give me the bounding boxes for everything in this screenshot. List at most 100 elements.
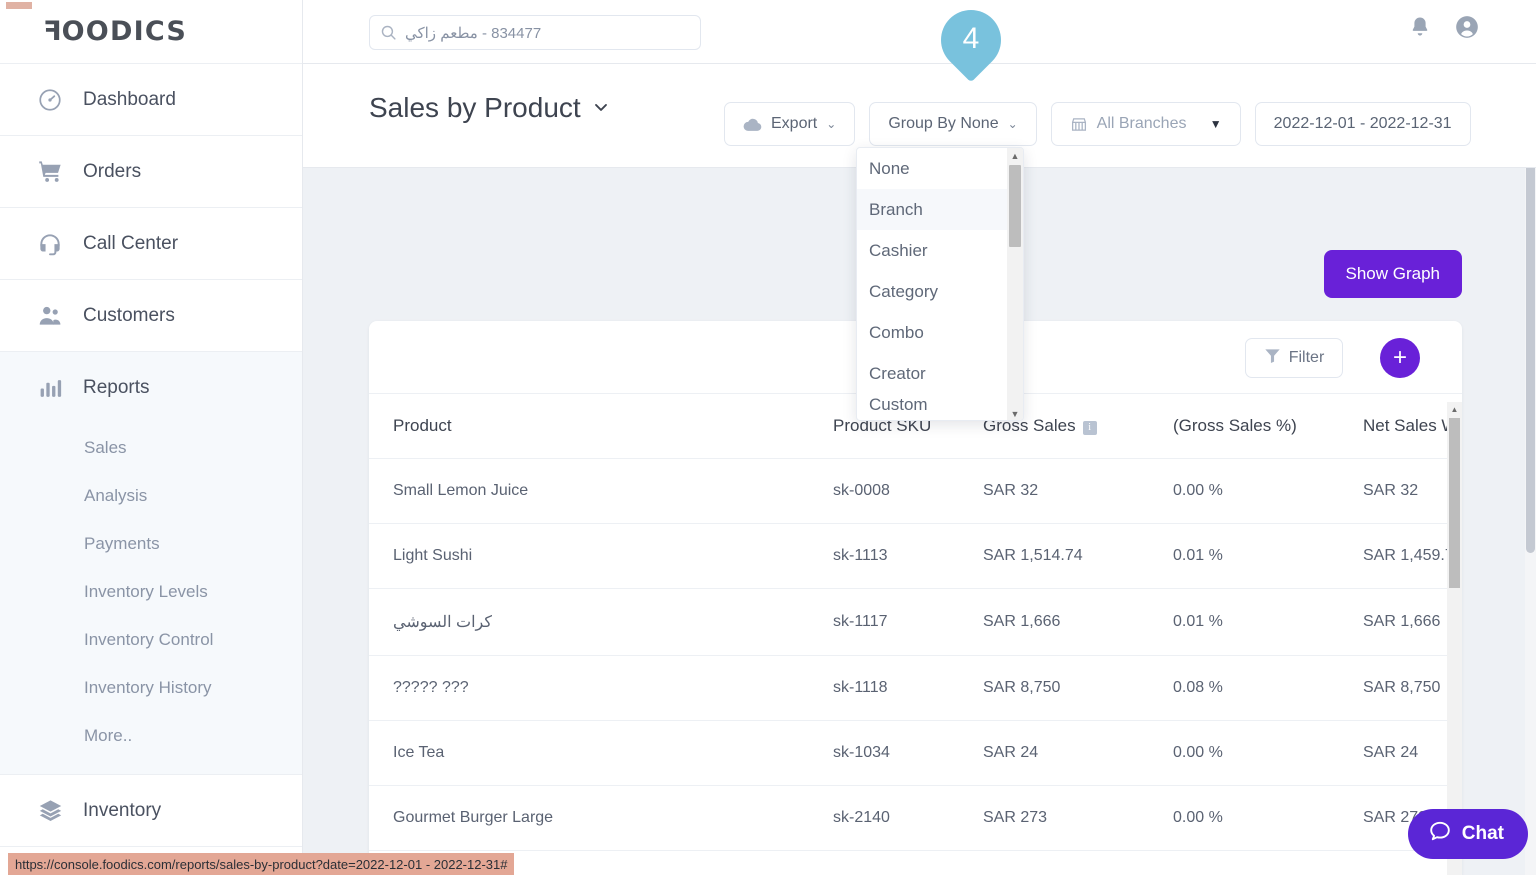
- sidebar-item-label: Reports: [83, 377, 150, 399]
- cell-net-sales: SAR 32: [1339, 459, 1462, 524]
- dropdown-option-combo[interactable]: Combo: [857, 312, 1009, 353]
- chat-widget-button[interactable]: Chat: [1408, 809, 1528, 859]
- group-by-dropdown[interactable]: None Branch Cashier Category Combo Creat…: [856, 147, 1024, 421]
- scroll-up-arrow-icon[interactable]: ▲: [1007, 148, 1023, 164]
- branches-select[interactable]: All Branches ▼: [1051, 102, 1241, 146]
- cell-net-sales: SAR 1,666: [1339, 589, 1462, 656]
- sidebar-item-reports[interactable]: Reports: [0, 352, 302, 424]
- search-input[interactable]: 834477 - مطعم زاكي: [369, 15, 701, 50]
- column-header-product[interactable]: Product: [369, 394, 809, 459]
- sidebar-subitem-more[interactable]: More..: [0, 712, 302, 760]
- corner-highlight-strip: [6, 2, 32, 9]
- sidebar-subitem-inventory-control[interactable]: Inventory Control: [0, 616, 302, 664]
- filter-button[interactable]: Filter: [1245, 338, 1343, 378]
- sidebar-item-label: Inventory: [83, 800, 161, 822]
- cell-net-sales: SAR 24: [1339, 721, 1462, 786]
- sidebar-item-call-center[interactable]: Call Center: [0, 208, 302, 280]
- table-row[interactable]: ????? ??? sk-1118 SAR 8,750 0.08 % SAR 8…: [369, 656, 1462, 721]
- dropdown-scrollbar[interactable]: ▲ ▼: [1007, 148, 1023, 421]
- branches-select-label: All Branches: [1097, 115, 1187, 133]
- cell-sku: sk-0008: [809, 459, 959, 524]
- scroll-down-arrow-icon[interactable]: ▼: [1007, 406, 1023, 421]
- table-row[interactable]: Ice Tea sk-1034 SAR 24 0.00 % SAR 24: [369, 721, 1462, 786]
- dropdown-option-creator[interactable]: Creator: [857, 353, 1009, 394]
- step-marker-number: 4: [938, 22, 1004, 56]
- cell-gross-sales-pct: 0.08 %: [1149, 656, 1339, 721]
- dropdown-option-none[interactable]: None: [857, 148, 1009, 189]
- bar-chart-icon: [35, 373, 65, 403]
- cell-product: كرات السوشي: [369, 589, 809, 656]
- info-icon[interactable]: i: [1083, 421, 1097, 435]
- table-row[interactable]: Gourmet Burger Large sk-2140 SAR 273 0.0…: [369, 786, 1462, 851]
- cell-net-sales: SAR 1,459.78: [1339, 524, 1462, 589]
- cell-product: Ice Tea: [369, 721, 809, 786]
- group-by-button[interactable]: Group By None ⌄: [869, 102, 1036, 146]
- date-range-picker[interactable]: 2022-12-01 - 2022-12-31: [1255, 102, 1471, 146]
- add-column-button[interactable]: +: [1380, 338, 1420, 378]
- export-button[interactable]: Export ⌄: [724, 102, 855, 146]
- page-title[interactable]: Sales by Product: [369, 92, 611, 124]
- column-header-net-sales[interactable]: Net Sales W: [1339, 394, 1462, 459]
- chevron-down-icon: ⌄: [826, 117, 836, 131]
- scroll-up-arrow-icon[interactable]: ▲: [1447, 402, 1462, 417]
- dropdown-option-branch[interactable]: Branch: [857, 189, 1009, 230]
- report-toolbar: Export ⌄ Group By None ⌄ All Branches ▼: [724, 102, 1471, 146]
- sidebar-item-label: Call Center: [83, 233, 178, 255]
- cell-gross-sales-pct: 0.00 %: [1149, 459, 1339, 524]
- sidebar-subitem-inventory-levels[interactable]: Inventory Levels: [0, 568, 302, 616]
- chevron-down-icon[interactable]: [591, 92, 611, 124]
- sidebar-subitem-sales[interactable]: Sales: [0, 424, 302, 472]
- status-bar-url: https://console.foodics.com/reports/sale…: [8, 853, 514, 875]
- search-icon: [380, 24, 397, 41]
- page-title-text: Sales by Product: [369, 92, 581, 124]
- date-range-value: 2022-12-01 - 2022-12-31: [1274, 115, 1452, 133]
- cell-sku: sk-1118: [809, 656, 959, 721]
- dashboard-gauge-icon: [35, 85, 65, 115]
- cell-product: Gourmet Burger Large: [369, 786, 809, 851]
- table-row[interactable]: Small Lemon Juice sk-0008 SAR 32 0.00 % …: [369, 459, 1462, 524]
- sidebar-subitem-payments[interactable]: Payments: [0, 520, 302, 568]
- table-row[interactable]: كرات السوشي sk-1117 SAR 1,666 0.01 % SAR…: [369, 589, 1462, 656]
- brand-logo[interactable]: FOODICS: [0, 0, 302, 64]
- cell-gross-sales-pct: 0.01 %: [1149, 589, 1339, 656]
- sidebar: FOODICS Dashboard Orders: [0, 0, 303, 875]
- search-input-value: 834477 - مطعم زاكي: [405, 24, 541, 42]
- cell-gross-sales: SAR 1,514.74: [959, 524, 1149, 589]
- triangle-down-icon: ▼: [1210, 117, 1222, 131]
- user-circle-icon[interactable]: [1454, 14, 1480, 45]
- topbar: 834477 - مطعم زاكي: [303, 0, 1536, 64]
- sidebar-item-customers[interactable]: Customers: [0, 280, 302, 352]
- cell-product: Small Lemon Juice: [369, 459, 809, 524]
- sales-by-product-table: Product Product SKU Gross Salesi (Gross …: [369, 393, 1462, 851]
- dropdown-option-cashier[interactable]: Cashier: [857, 230, 1009, 271]
- layers-icon: [35, 796, 65, 826]
- table-row[interactable]: Light Sushi sk-1113 SAR 1,514.74 0.01 % …: [369, 524, 1462, 589]
- cell-gross-sales-pct: 0.00 %: [1149, 786, 1339, 851]
- export-button-label: Export: [771, 115, 817, 133]
- store-icon: [1070, 116, 1088, 133]
- show-graph-button[interactable]: Show Graph: [1324, 250, 1463, 298]
- cloud-icon: [743, 117, 762, 132]
- cell-gross-sales-pct: 0.00 %: [1149, 721, 1339, 786]
- dropdown-option-custom[interactable]: Custom: [857, 394, 1009, 416]
- chat-bubble-icon: [1428, 819, 1452, 849]
- cell-gross-sales: SAR 32: [959, 459, 1149, 524]
- filter-funnel-icon: [1264, 348, 1281, 368]
- shopping-cart-icon: [35, 157, 65, 187]
- topbar-icons: [1408, 14, 1480, 45]
- column-header-gross-sales-pct[interactable]: (Gross Sales %): [1149, 394, 1339, 459]
- sidebar-group-spacer: [0, 760, 302, 774]
- sidebar-item-label: Orders: [83, 161, 141, 183]
- bell-icon[interactable]: [1408, 15, 1432, 44]
- scrollbar-thumb[interactable]: [1449, 418, 1460, 588]
- sidebar-item-orders[interactable]: Orders: [0, 136, 302, 208]
- sidebar-subitem-analysis[interactable]: Analysis: [0, 472, 302, 520]
- sidebar-subitem-inventory-history[interactable]: Inventory History: [0, 664, 302, 712]
- sidebar-item-dashboard[interactable]: Dashboard: [0, 64, 302, 136]
- dropdown-option-category[interactable]: Category: [857, 271, 1009, 312]
- sidebar-item-inventory[interactable]: Inventory: [0, 775, 302, 847]
- sidebar-group-reports: Reports Sales Analysis Payments Inventor…: [0, 352, 302, 775]
- table-scrollbar[interactable]: ▲: [1447, 402, 1462, 875]
- scrollbar-thumb[interactable]: [1009, 165, 1021, 247]
- cell-gross-sales-pct: 0.01 %: [1149, 524, 1339, 589]
